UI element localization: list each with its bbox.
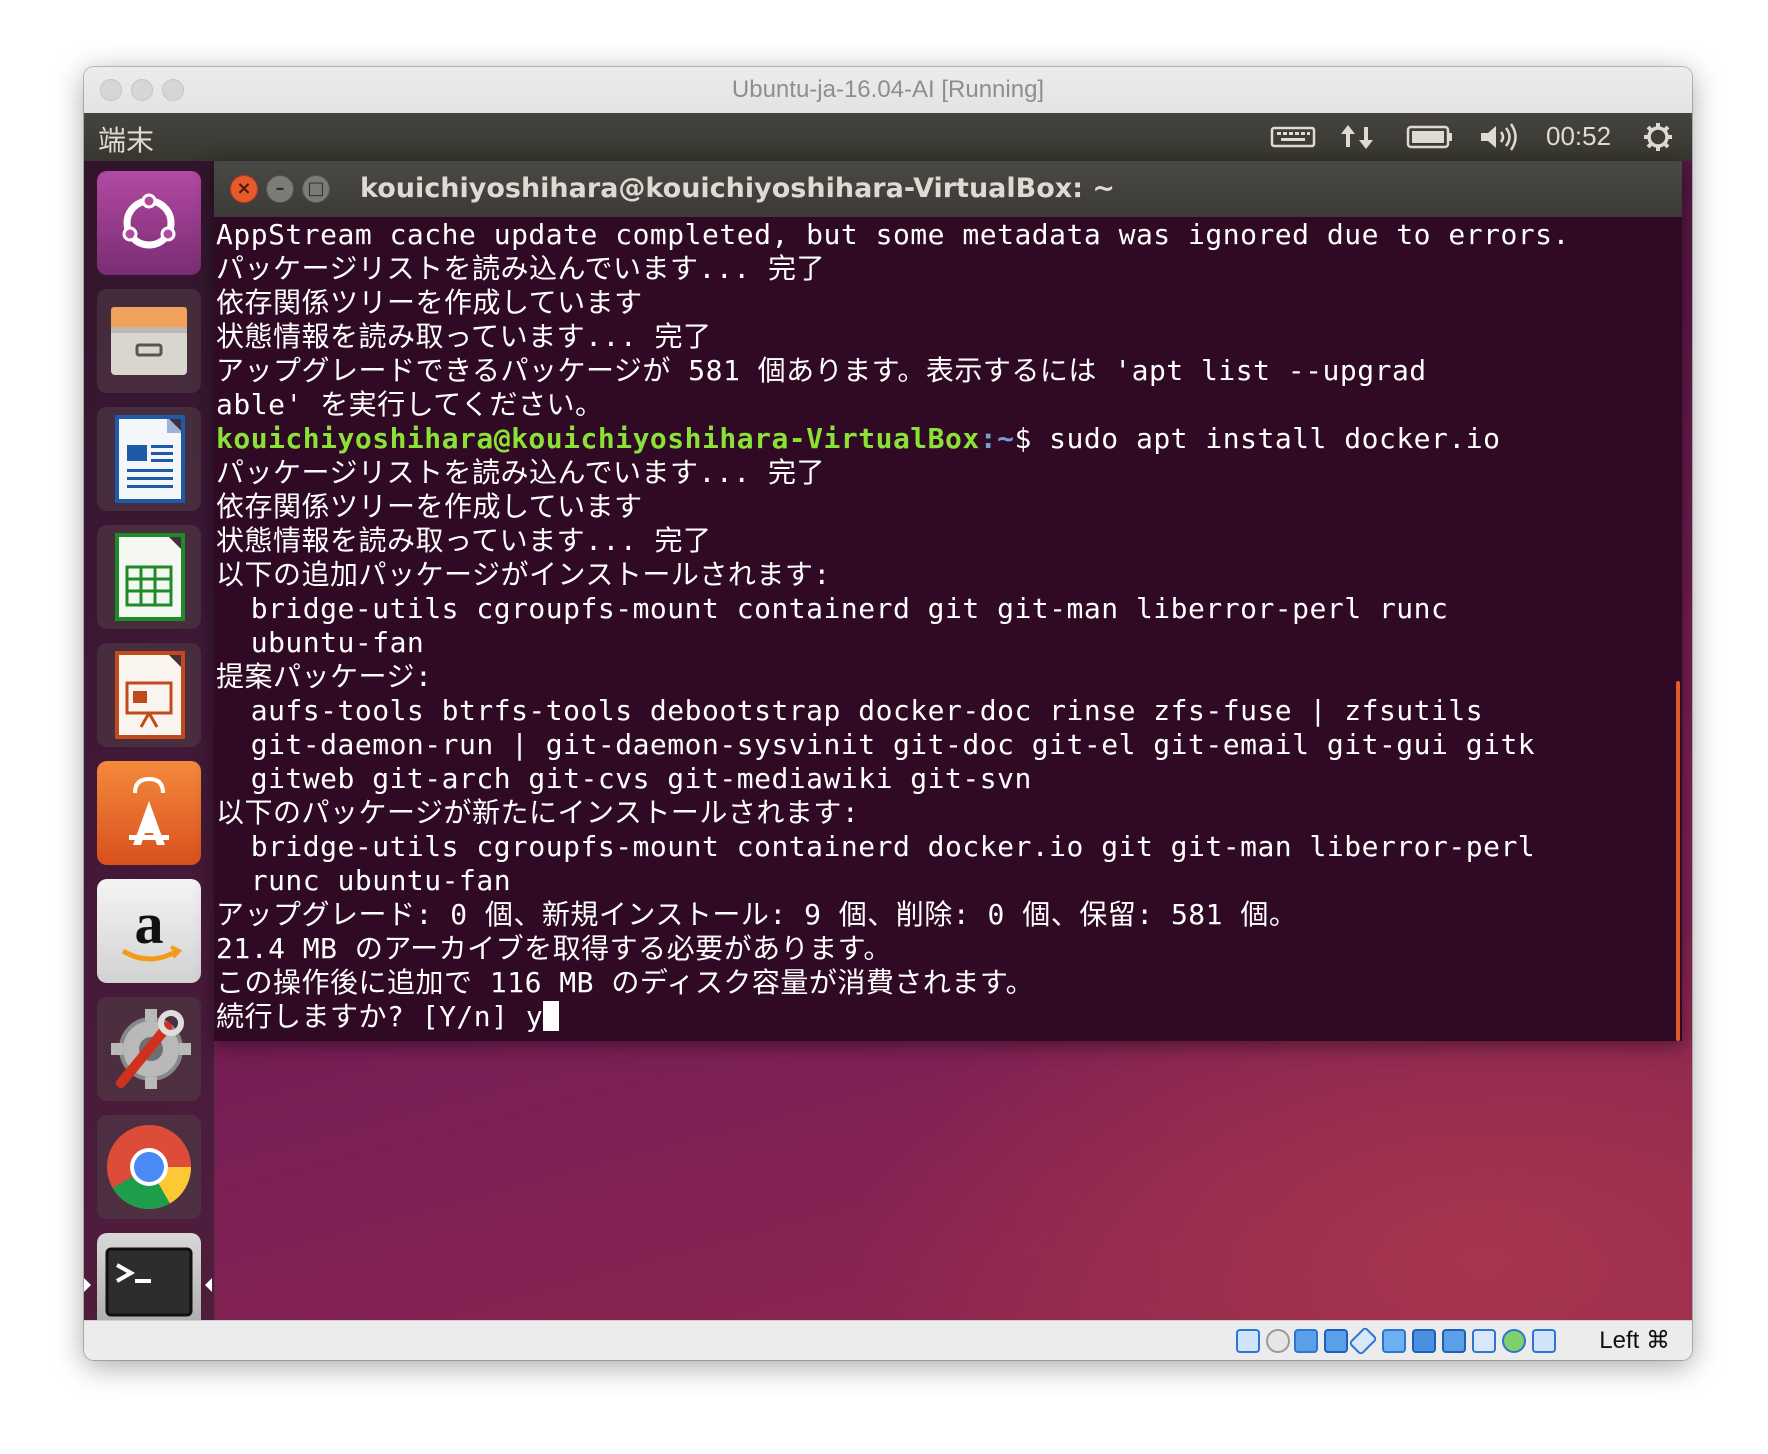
window-title: Ubuntu-ja-16.04-AI [Running]: [731, 76, 1045, 103]
terminal-line: アップグレード: 0 個、新規インストール: 9 個、削除: 0 個、保留: 5…: [216, 898, 1298, 931]
continue-prompt: 続行しますか? [Y/n] y: [216, 1000, 544, 1033]
input-line[interactable]: 続行しますか? [Y/n] y: [216, 1000, 1672, 1034]
close-button[interactable]: ×: [230, 175, 258, 203]
prompt-command: sudo apt install docker.io: [1049, 422, 1501, 455]
cpu-icon[interactable]: [1472, 1329, 1496, 1353]
software-center-icon[interactable]: [97, 761, 201, 865]
network-icon[interactable]: [1338, 121, 1378, 153]
terminal-line: git-daemon-run | git-daemon-sysvinit git…: [216, 728, 1536, 761]
terminal-line: 状態情報を読み取っています... 完了: [216, 524, 712, 557]
terminal-line: 以下の追加パッケージがインストールされます:: [216, 558, 831, 591]
terminal-titlebar[interactable]: × – □ kouichiyoshihara@kouichiyoshihara-…: [214, 161, 1682, 217]
terminal-line: gitweb git-arch git-cvs git-mediawiki gi…: [216, 762, 1032, 795]
terminal-line: 状態情報を読み取っています... 完了: [216, 320, 712, 353]
clock[interactable]: 00:52: [1546, 121, 1611, 152]
terminal-line: bridge-utils cgroupfs-mount containerd g…: [216, 592, 1449, 625]
volume-icon[interactable]: [1478, 121, 1520, 153]
terminal-icon[interactable]: [97, 1233, 201, 1320]
maximize-button[interactable]: □: [302, 175, 330, 203]
terminal-line: アップグレードできるパッケージが 581 個あります。表示するには 'apt l…: [216, 354, 1427, 387]
terminal-line: 21.4 MB のアーカイブを取得する必要があります。: [216, 932, 892, 965]
terminal-line: この操作後に追加で 116 MB のディスク容量が消費されます。: [216, 966, 1035, 999]
terminal-line: aufs-tools btrfs-tools debootstrap docke…: [216, 694, 1484, 727]
terminal-line: 依存関係ツリーを作成しています: [216, 490, 643, 523]
terminal-line: 依存関係ツリーを作成しています: [216, 286, 643, 319]
terminal-window[interactable]: × – □ kouichiyoshihara@kouichiyoshihara-…: [214, 161, 1682, 1041]
hard-disk-icon[interactable]: [1236, 1329, 1260, 1353]
ubuntu-dash-icon[interactable]: [97, 171, 201, 275]
terminal-line: able' を実行してください。: [216, 388, 604, 421]
terminal-title: kouichiyoshihara@kouichiyoshihara-Virtua…: [360, 173, 1116, 204]
prompt-path: :~: [979, 422, 1015, 455]
terminal-output[interactable]: AppStream cache update completed, but so…: [216, 218, 1672, 1041]
ubuntu-desktop: 端末 00:52 a × – □ kouichiyoshihara@kouich…: [84, 113, 1692, 1320]
amazon-icon[interactable]: a: [97, 879, 201, 983]
video-capture-icon[interactable]: [1442, 1329, 1466, 1353]
mouse-integration-icon[interactable]: [1502, 1329, 1526, 1353]
terminal-line: AppStream cache update completed, but so…: [216, 218, 1570, 251]
svg-text:a: a: [135, 891, 164, 956]
prompt-user-host: kouichiyoshihara@kouichiyoshihara-Virtua…: [216, 422, 980, 455]
unity-launcher: a: [84, 161, 215, 1320]
audio-icon[interactable]: [1294, 1329, 1318, 1353]
terminal-line: runc ubuntu-fan: [216, 864, 512, 897]
host-key-label: Left ⌘: [1599, 1327, 1670, 1354]
virtualbox-titlebar[interactable]: Ubuntu-ja-16.04-AI [Running]: [84, 67, 1692, 114]
network-adapter-icon[interactable]: [1324, 1329, 1348, 1353]
terminal-line: パッケージリストを読み込んでいます... 完了: [216, 456, 825, 489]
keyboard-capture-icon[interactable]: [1532, 1329, 1556, 1353]
virtualbox-status-bar: Left ⌘: [84, 1320, 1692, 1360]
virtualbox-window: Ubuntu-ja-16.04-AI [Running] 端末 00:52 a …: [84, 67, 1692, 1360]
display-icon[interactable]: [1412, 1329, 1436, 1353]
impress-icon[interactable]: [97, 643, 201, 747]
terminal-scrollbar[interactable]: [1676, 681, 1680, 1041]
minimize-button[interactable]: –: [266, 175, 294, 203]
chrome-icon[interactable]: [97, 1115, 201, 1219]
shared-folders-icon[interactable]: [1382, 1329, 1406, 1353]
terminal-line: パッケージリストを読み込んでいます... 完了: [216, 252, 825, 285]
calc-icon[interactable]: [97, 525, 201, 629]
keyboard-icon[interactable]: [1270, 121, 1316, 153]
text-cursor: [543, 1001, 560, 1031]
files-icon[interactable]: [97, 289, 201, 393]
system-settings-icon[interactable]: [97, 997, 201, 1101]
prompt-line: kouichiyoshihara@kouichiyoshihara-Virtua…: [216, 422, 1672, 456]
writer-icon[interactable]: [97, 407, 201, 511]
optical-drive-icon[interactable]: [1266, 1329, 1290, 1353]
terminal-line: ubuntu-fan: [216, 626, 425, 659]
focused-indicator-arrow: [205, 1278, 212, 1292]
battery-icon[interactable]: [1406, 121, 1456, 153]
top-panel: 端末 00:52: [84, 113, 1692, 161]
prompt-symbol: $: [1014, 422, 1050, 455]
terminal-line: 提案パッケージ:: [216, 660, 433, 693]
power-gear-icon[interactable]: [1640, 121, 1676, 153]
running-indicator-arrow: [84, 1278, 91, 1292]
active-app-name: 端末: [98, 124, 155, 157]
usb-icon[interactable]: [1348, 1326, 1378, 1356]
terminal-line: bridge-utils cgroupfs-mount containerd d…: [216, 830, 1536, 863]
terminal-line: 以下のパッケージが新たにインストールされます:: [216, 796, 860, 829]
